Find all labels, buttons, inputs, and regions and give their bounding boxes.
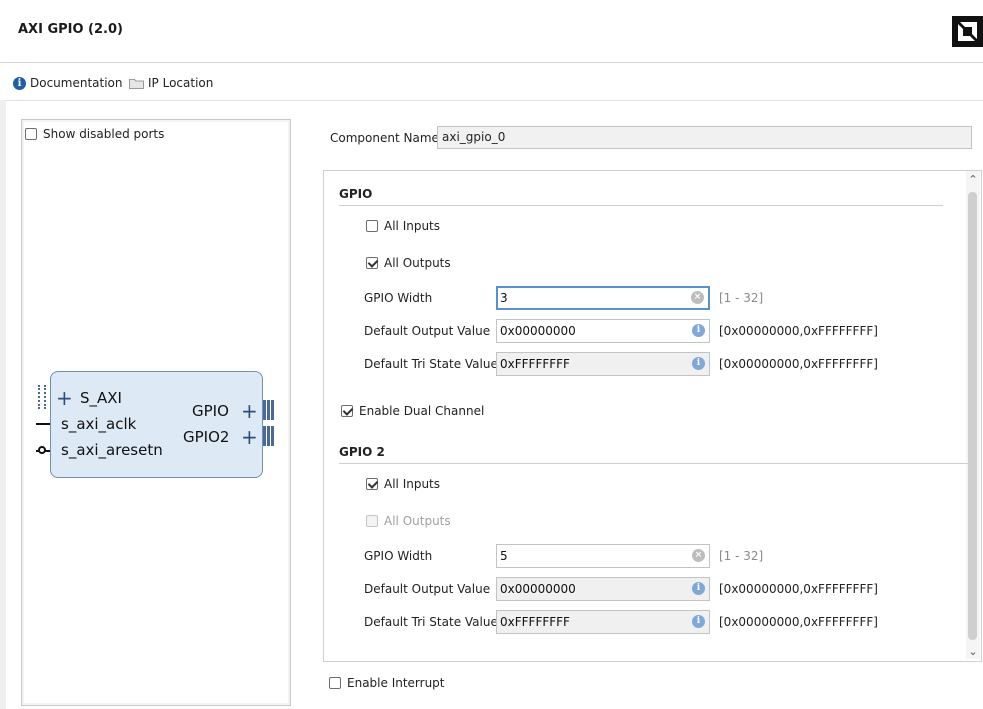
clear-icon[interactable]: × — [692, 549, 705, 562]
gpio-default-output-value: 0x00000000 — [500, 324, 576, 338]
gpio-default-tri-value: 0xFFFFFFFF — [500, 357, 570, 371]
enable-interrupt-checkbox[interactable]: Enable Interrupt — [329, 676, 445, 690]
ip-location-link[interactable]: IP Location — [129, 74, 213, 92]
gpio-section-title: GPIO — [339, 187, 373, 201]
gpio-default-tri-input[interactable]: 0xFFFFFFFF i — [496, 352, 710, 376]
gpio-default-tri-range: [0x00000000,0xFFFFFFFF] — [719, 357, 878, 371]
info-icon[interactable]: i — [692, 357, 705, 370]
aclk-pin — [36, 423, 50, 425]
gpio2-default-output-input[interactable]: 0x00000000 i — [496, 577, 710, 601]
gpio-width-value: 3 — [500, 291, 508, 305]
show-disabled-ports-label: Show disabled ports — [43, 127, 165, 141]
info-icon: i — [13, 76, 26, 90]
gpio-default-output-label: Default Output Value — [364, 324, 491, 338]
gpio2-default-output-label: Default Output Value — [364, 582, 491, 596]
gpio-default-tri-label: Default Tri State Value — [364, 357, 498, 371]
gpio2-all-inputs-label: All Inputs — [384, 477, 441, 491]
gpio-all-inputs-checkbox[interactable]: All Inputs — [366, 219, 440, 233]
component-name-input[interactable]: axi_gpio_0 — [437, 126, 972, 149]
documentation-label: Documentation — [30, 76, 123, 90]
gpio2-default-tri-input[interactable]: 0xFFFFFFFF i — [496, 610, 710, 634]
checkbox-box[interactable] — [366, 220, 378, 232]
gpio2-width-value: 5 — [500, 549, 508, 563]
checkbox-box[interactable] — [366, 515, 378, 527]
info-icon[interactable]: i — [692, 615, 705, 628]
gpio2-section-divider — [339, 463, 971, 464]
background-window-edge — [0, 100, 6, 709]
gpio-all-outputs-checkbox[interactable]: All Outputs — [366, 256, 451, 270]
gpio-bus-stub — [262, 400, 274, 420]
gpio2-all-outputs-label: All Outputs — [384, 514, 451, 528]
s-axi-bus-stub — [38, 385, 46, 409]
checkbox-box[interactable] — [366, 478, 378, 490]
gpio2-width-label: GPIO Width — [364, 549, 433, 563]
gpio-default-output-range: [0x00000000,0xFFFFFFFF] — [719, 324, 878, 338]
info-icon[interactable]: i — [692, 582, 705, 595]
gpio-width-range: [1 - 32] — [719, 291, 764, 305]
ip-location-label: IP Location — [148, 76, 214, 90]
scroll-up-icon[interactable]: ⌃ — [966, 173, 980, 187]
title-bar — [0, 0, 983, 63]
gpio2-default-output-range: [0x00000000,0xFFFFFFFF] — [719, 582, 878, 596]
gpio2-width-range: [1 - 32] — [719, 549, 764, 563]
port-s-axi: S_AXI — [80, 389, 122, 407]
checkbox-box[interactable] — [25, 128, 37, 140]
show-disabled-ports-checkbox[interactable]: Show disabled ports — [25, 127, 164, 141]
gpio2-default-tri-value: 0xFFFFFFFF — [500, 615, 570, 629]
gpio-width-label: GPIO Width — [364, 291, 433, 305]
enable-dual-channel-checkbox[interactable]: Enable Dual Channel — [341, 404, 484, 418]
gpio-section-divider — [339, 205, 943, 206]
gpio-all-outputs-label: All Outputs — [384, 256, 451, 270]
gpio2-bus-stub — [262, 426, 274, 446]
port-s-axi-aresetn: s_axi_aresetn — [61, 441, 163, 459]
gpio2-default-tri-range: [0x00000000,0xFFFFFFFF] — [719, 615, 878, 629]
enable-interrupt-label: Enable Interrupt — [347, 676, 445, 690]
enable-dual-channel-label: Enable Dual Channel — [359, 404, 485, 418]
amd-logo-icon — [952, 16, 983, 47]
scroll-thumb[interactable] — [968, 192, 977, 640]
port-gpio2: GPIO2 — [183, 428, 230, 446]
gpio-width-input[interactable]: 3 × — [496, 286, 710, 310]
window-title: AXI GPIO (2.0) — [18, 22, 123, 37]
scroll-down-icon[interactable]: ⌄ — [966, 645, 980, 659]
checkbox-box[interactable] — [341, 405, 353, 417]
gpio2-default-output-value: 0x00000000 — [500, 582, 576, 596]
port-s-axi-aclk: s_axi_aclk — [61, 415, 137, 433]
gpio2-all-inputs-checkbox[interactable]: All Inputs — [366, 477, 440, 491]
component-name-label: Component Name — [330, 131, 439, 145]
gpio-plus-icon[interactable]: + — [241, 401, 258, 421]
checkbox-box[interactable] — [329, 677, 341, 689]
gpio-default-output-input[interactable]: 0x00000000 i — [496, 319, 710, 343]
port-gpio: GPIO — [192, 402, 229, 420]
s-axi-plus-icon[interactable]: + — [56, 388, 73, 408]
gpio2-plus-icon[interactable]: + — [241, 427, 258, 447]
documentation-link[interactable]: i Documentation — [13, 74, 123, 92]
clear-icon[interactable]: × — [691, 291, 704, 304]
checkbox-box[interactable] — [366, 257, 378, 269]
gpio2-width-input[interactable]: 5 × — [496, 544, 710, 568]
aresetn-bubble — [38, 446, 46, 454]
gpio2-all-outputs-checkbox[interactable]: All Outputs — [366, 514, 451, 528]
gpio-all-inputs-label: All Inputs — [384, 219, 441, 233]
folder-icon — [129, 78, 144, 89]
gpio2-section-title: GPIO 2 — [339, 445, 385, 459]
info-icon[interactable]: i — [692, 324, 705, 337]
gpio2-default-tri-label: Default Tri State Value — [364, 615, 498, 629]
